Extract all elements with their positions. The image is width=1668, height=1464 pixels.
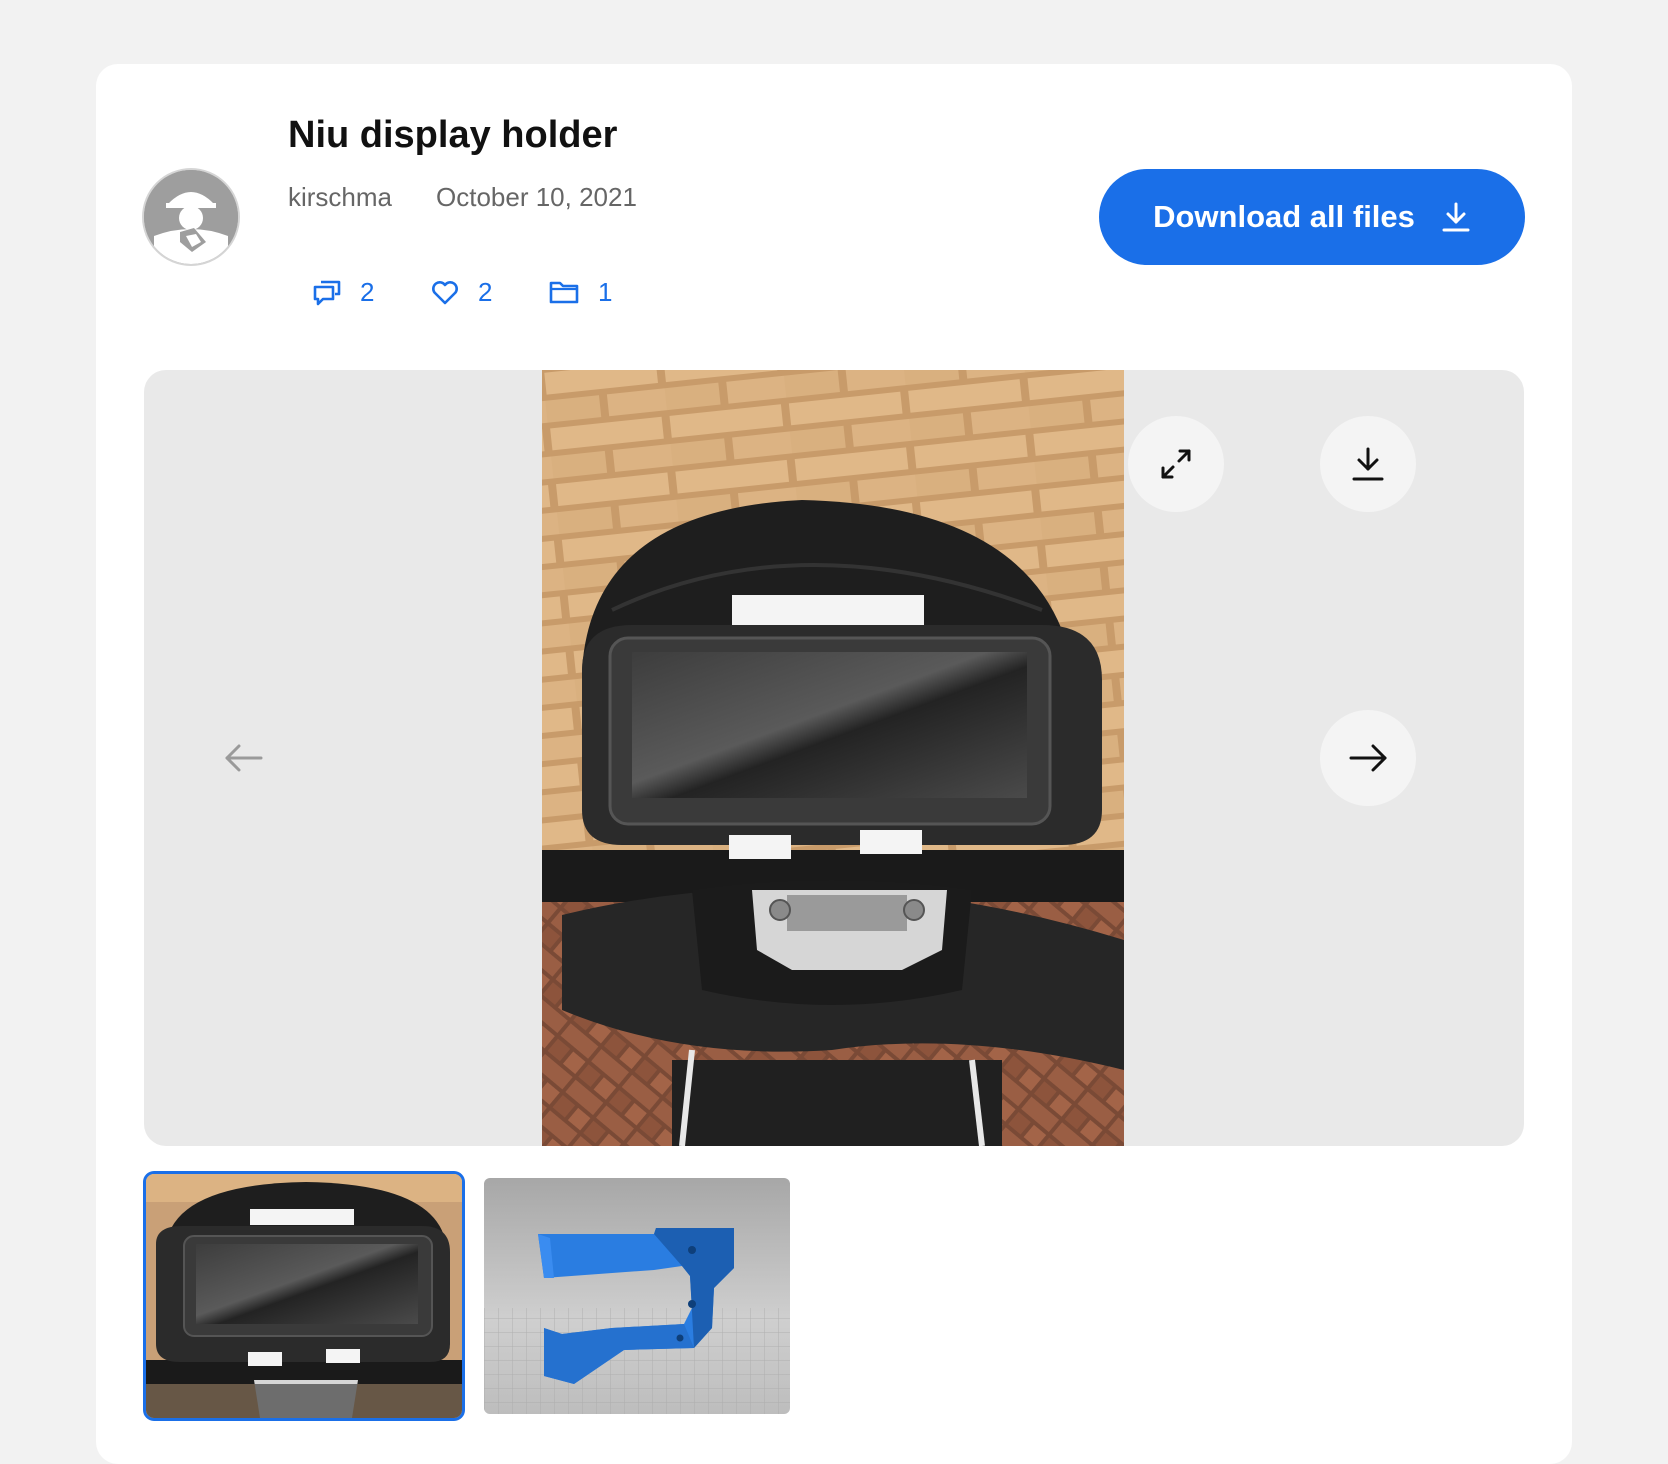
- fullscreen-icon: [1161, 449, 1191, 479]
- thumbnail-1[interactable]: [146, 1174, 462, 1418]
- arrow-right-icon: [1349, 744, 1387, 772]
- previous-image-button[interactable]: [214, 728, 274, 788]
- user-avatar-icon: [144, 170, 238, 264]
- download-all-button[interactable]: Download all files: [1099, 169, 1525, 265]
- download-icon: [1442, 202, 1470, 232]
- likes-stat[interactable]: 2: [430, 272, 492, 312]
- comments-count: 2: [360, 276, 375, 307]
- author-link[interactable]: kirschma: [288, 182, 392, 213]
- folder-icon: [549, 281, 579, 304]
- files-stat[interactable]: 1: [548, 272, 612, 312]
- download-image-button[interactable]: [1320, 416, 1416, 512]
- files-count: 1: [598, 276, 613, 307]
- scooter-display-photo: [542, 370, 1124, 1146]
- thing-card: Niu display holder kirschma October 10, …: [96, 64, 1572, 1464]
- next-image-button[interactable]: [1320, 710, 1416, 806]
- fullscreen-button[interactable]: [1128, 416, 1224, 512]
- avatar[interactable]: [144, 170, 238, 264]
- comments-icon: [313, 280, 341, 306]
- download-all-label: Download all files: [1153, 199, 1415, 234]
- arrow-left-icon: [225, 744, 263, 772]
- thumbnail-2[interactable]: [484, 1178, 790, 1414]
- page-title: Niu display holder: [288, 114, 618, 156]
- main-photo[interactable]: [542, 370, 1124, 1146]
- download-icon: [1352, 447, 1384, 481]
- thumbnail-photo-scooter: [146, 1174, 462, 1418]
- publish-date: October 10, 2021: [436, 182, 637, 212]
- thumbnail-3d-render: [484, 1178, 790, 1414]
- image-viewer: [144, 370, 1524, 1146]
- likes-count: 2: [478, 276, 493, 307]
- heart-icon: [432, 281, 458, 305]
- comments-stat[interactable]: 2: [312, 272, 374, 312]
